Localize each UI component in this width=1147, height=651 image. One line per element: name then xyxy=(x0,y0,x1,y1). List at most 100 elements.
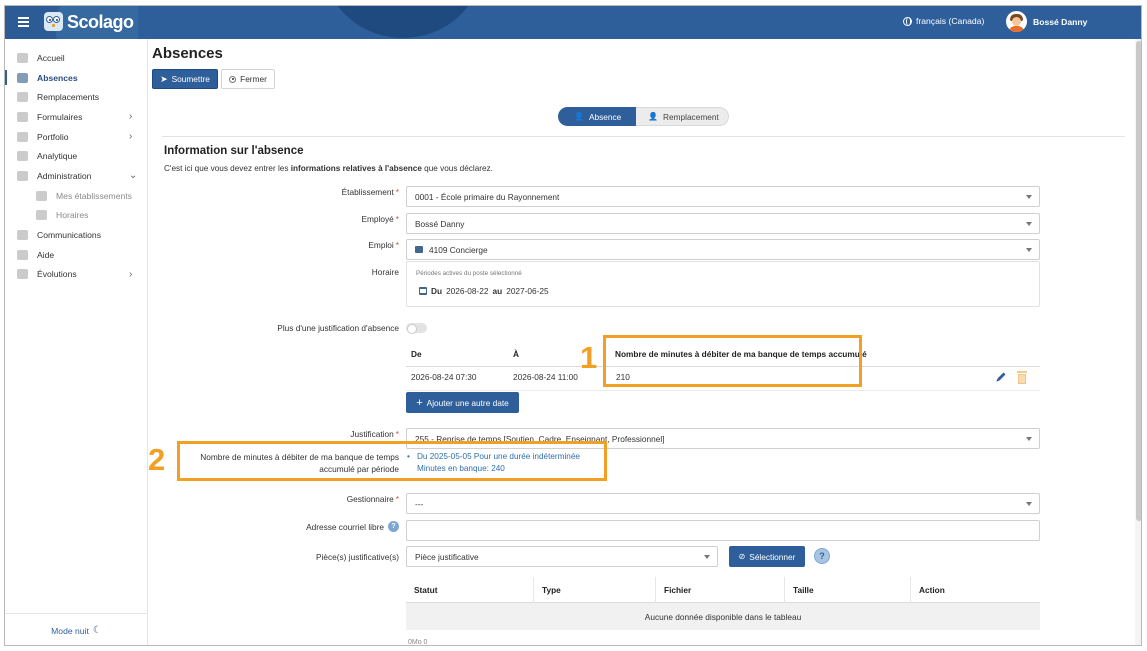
sidebar-item-8[interactable]: Horaires xyxy=(5,206,147,226)
empty-table-message: Aucune donnée disponible dans le tableau xyxy=(406,603,1040,630)
sidebar-item-0[interactable]: Accueil xyxy=(5,48,147,68)
emploi-select[interactable]: 4109 Concierge xyxy=(406,239,1040,260)
user-name: Bossé Danny xyxy=(1033,16,1088,27)
sidebar-item-11[interactable]: Évolutions › xyxy=(5,265,147,285)
scrollbar[interactable] xyxy=(1135,39,1141,645)
sidebar-item-label: Aide xyxy=(37,249,55,260)
emploi-label: Emploi * xyxy=(368,240,399,250)
horaire-caption: Périodes actives du poste sélectionné xyxy=(416,270,522,277)
col-type-header[interactable]: Type xyxy=(534,577,656,603)
gestionnaire-label: Gestionnaire * xyxy=(346,494,399,504)
col-to-header: À xyxy=(513,349,519,359)
annotation-box-2 xyxy=(177,441,607,481)
add-date-button[interactable]: + Ajouter une autre date xyxy=(406,392,519,413)
col-status-header[interactable]: Statut xyxy=(406,577,534,603)
step-replacement[interactable]: 👤 Remplacement xyxy=(636,107,729,126)
sidebar-item-label: Analytique xyxy=(37,151,78,162)
sidebar-item-label: Communications xyxy=(37,230,101,241)
email-label: Adresse courriel libre? xyxy=(306,521,399,532)
night-mode-toggle[interactable]: Mode nuit ☾ xyxy=(5,613,148,645)
employe-select[interactable]: Bossé Danny xyxy=(406,213,1040,234)
language-label: français (Canada) xyxy=(916,16,985,26)
sidebar-item-9[interactable]: Communications xyxy=(5,225,147,245)
sprout-icon xyxy=(17,269,28,280)
emploi-value: 4109 Concierge xyxy=(429,244,488,255)
sidebar-nav: Accueil Absences Remplacements Formulaires ›… xyxy=(5,48,147,284)
edit-pencil-icon[interactable] xyxy=(995,371,1007,383)
plus-icon: + xyxy=(416,396,423,409)
employe-label: Employé * xyxy=(361,214,399,224)
storage-footer: 0Mo 0 xyxy=(408,639,428,646)
justification-label: Justification * xyxy=(350,429,399,439)
home-icon xyxy=(17,52,28,63)
page-title: Absences xyxy=(152,45,223,62)
col-action-header[interactable]: Action xyxy=(911,577,1040,603)
close-button[interactable]: Fermer xyxy=(221,69,275,89)
help-icon[interactable]: ? xyxy=(814,548,830,564)
person-icon: 👤 xyxy=(648,112,658,121)
dropdown-caret-icon xyxy=(1026,248,1032,252)
sidebar-item-2[interactable]: Remplacements xyxy=(5,87,147,107)
analytics-icon xyxy=(17,151,28,162)
sidebar-item-label: Absences xyxy=(37,72,78,83)
piece-value: Pièce justificative xyxy=(415,551,479,562)
job-icon xyxy=(415,246,423,253)
divider xyxy=(162,136,1125,137)
step-absence[interactable]: 👤 Absence xyxy=(558,107,636,126)
building-icon xyxy=(36,190,47,201)
submit-button[interactable]: ➤ Soumettre xyxy=(152,69,218,89)
sidebar-item-label: Accueil xyxy=(37,52,65,63)
multi-justif-toggle[interactable] xyxy=(406,323,427,334)
absence-icon: 👤 xyxy=(574,112,584,121)
sidebar-item-label: Mes établissements xyxy=(56,190,132,201)
avatar xyxy=(1006,11,1027,32)
dropdown-caret-icon xyxy=(704,555,710,559)
sidebar-item-label: Évolutions xyxy=(37,269,77,280)
sidebar-item-10[interactable]: Aide xyxy=(5,245,147,265)
horaire-label: Horaire xyxy=(371,267,399,277)
step-absence-label: Absence xyxy=(588,111,622,122)
sidebar-item-1[interactable]: Absences xyxy=(5,68,147,88)
wizard-steps: 👤 Absence 👤 Remplacement xyxy=(558,107,729,126)
gestionnaire-select[interactable]: --- xyxy=(406,493,1040,514)
gear-icon xyxy=(17,170,28,181)
top-bar: Scolago français (Canada) Bossé Danny xyxy=(5,6,1141,39)
dropdown-caret-icon xyxy=(1026,195,1032,199)
sidebar-item-label: Portfolio xyxy=(37,131,69,142)
megaphone-icon xyxy=(17,230,28,241)
brand-name: Scolago xyxy=(67,12,134,32)
etablissement-value: 0001 - École primaire du Rayonnement xyxy=(415,191,560,202)
section-title: Information sur l'absence xyxy=(164,145,304,157)
dropdown-caret-icon xyxy=(1026,502,1032,506)
close-label: Fermer xyxy=(240,74,267,84)
submit-label: Soumettre xyxy=(171,74,210,84)
employe-value: Bossé Danny xyxy=(415,218,465,229)
select-file-button[interactable]: ⊘ Sélectionner xyxy=(729,546,805,567)
sidebar-item-7[interactable]: Mes établissements xyxy=(5,186,147,206)
help-icon[interactable]: ? xyxy=(388,521,399,532)
sidebar-item-5[interactable]: Analytique xyxy=(5,146,147,166)
hamburger-menu-icon[interactable] xyxy=(18,16,29,27)
calendar-icon xyxy=(419,287,427,295)
calendar-icon xyxy=(36,210,47,221)
col-file-header[interactable]: Fichier xyxy=(656,577,785,603)
delete-trash-icon[interactable] xyxy=(1017,371,1027,384)
annotation-number-1: 1 xyxy=(580,340,598,375)
sidebar-item-6[interactable]: Administration ⌄ xyxy=(5,166,147,186)
sidebar: Accueil Absences Remplacements Formulaires ›… xyxy=(5,39,148,645)
language-selector[interactable]: français (Canada) xyxy=(903,16,984,26)
question-icon xyxy=(17,249,28,260)
sidebar-item-4[interactable]: Portfolio › xyxy=(5,127,147,147)
close-icon xyxy=(229,75,237,83)
section-description: C'est ici que vous devez entrer les info… xyxy=(164,164,493,173)
night-mode-label: Mode nuit xyxy=(51,625,89,636)
etablissement-select[interactable]: 0001 - École primaire du Rayonnement xyxy=(406,186,1040,207)
row-to: 2026-08-24 11:00 xyxy=(513,372,578,382)
email-input[interactable] xyxy=(406,520,1040,541)
replacement-icon xyxy=(17,92,28,103)
piece-select[interactable]: Pièce justificative xyxy=(406,546,718,567)
col-size-header[interactable]: Taille xyxy=(785,577,911,603)
dropdown-caret-icon xyxy=(1026,437,1032,441)
sidebar-item-3[interactable]: Formulaires › xyxy=(5,107,147,127)
user-menu[interactable]: Bossé Danny xyxy=(1006,11,1087,32)
